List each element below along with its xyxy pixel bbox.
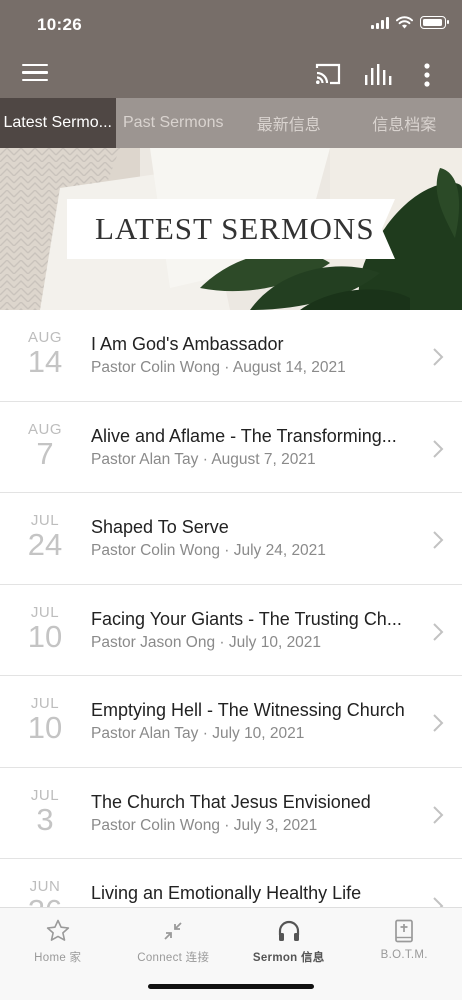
sermon-date: AUG 14 xyxy=(20,330,70,378)
date-day: 26 xyxy=(20,895,70,908)
sermon-title: Emptying Hell - The Witnessing Church xyxy=(91,700,405,720)
compress-arrows-icon xyxy=(164,922,182,940)
date-day: 24 xyxy=(27,527,63,562)
sermon-meta: Pastor Colin Wong · August 14, 2021 xyxy=(91,359,346,376)
chevron-right-icon xyxy=(433,439,444,458)
home-indicator xyxy=(148,984,314,989)
sermon-meta: Pastor Alan Tay · July 10, 2021 xyxy=(91,725,305,742)
tab-latest-messages-cn[interactable]: 最新信息 xyxy=(231,98,347,148)
sermon-row[interactable]: AUG 7 Alive and Aflame - The Transformin… xyxy=(0,402,462,493)
sermon-row[interactable]: JUL 10 Facing Your Giants - The Trusting… xyxy=(0,585,462,676)
nav-botm[interactable]: B.O.T.M. xyxy=(347,908,462,970)
sermon-tabs: Latest Sermo... Past Sermons 最新信息 信息档案 xyxy=(0,98,462,148)
chevron-right-icon xyxy=(433,531,444,549)
nav-connect[interactable]: Connect 连接 xyxy=(116,908,232,970)
sermon-meta: Pastor Colin Wong · July 3, 2021 xyxy=(91,816,318,834)
nav-home-label: Home 家 xyxy=(34,952,82,964)
chevron-right-icon xyxy=(433,805,444,824)
sermon-date: JUL 3 xyxy=(20,787,70,837)
sermon-title: Living an Emotionally Healthy Life xyxy=(91,883,362,903)
bible-book-icon xyxy=(395,919,414,943)
sermon-title: I Am God's Ambassador xyxy=(91,334,284,354)
sermon-date: AUG 7 xyxy=(20,421,70,471)
nav-connect-label: Connect 连接 xyxy=(137,952,210,964)
sermon-date: JUL 10 xyxy=(20,604,70,654)
chevron-right-icon xyxy=(433,714,444,732)
sermon-row[interactable]: JUL 24 Shaped To Serve Pastor Colin Wong… xyxy=(0,493,462,585)
cast-icon[interactable] xyxy=(314,62,342,86)
banner-title: LATEST SERMONS xyxy=(95,211,375,246)
chevron-right-icon xyxy=(433,897,444,907)
tab-past-sermons[interactable]: Past Sermons xyxy=(116,98,232,148)
date-day: 10 xyxy=(27,710,63,745)
headphones-icon xyxy=(278,920,299,941)
nav-botm-label: B.O.T.M. xyxy=(380,949,428,961)
sermon-title: Shaped To Serve xyxy=(91,517,229,537)
tab-message-archive-cn[interactable]: 信息档案 xyxy=(347,98,462,148)
chevron-right-icon xyxy=(433,622,444,641)
sermon-title: Facing Your Giants - The Trusting Ch... xyxy=(91,608,402,629)
date-day: 7 xyxy=(36,435,54,471)
wifi-icon xyxy=(396,16,413,29)
nav-home[interactable]: Home 家 xyxy=(0,908,116,970)
status-icons xyxy=(371,16,449,29)
sermon-row[interactable]: JUL 10 Emptying Hell - The Witnessing Ch… xyxy=(0,676,462,768)
sermon-date: JUL 24 xyxy=(20,513,70,561)
tab-latest-sermons[interactable]: Latest Sermo... xyxy=(0,98,116,148)
battery-icon xyxy=(420,16,449,29)
date-day: 10 xyxy=(27,618,63,654)
more-options-icon[interactable] xyxy=(420,62,434,88)
sermon-date: JUN 26 xyxy=(20,879,70,908)
menu-button[interactable] xyxy=(22,64,48,84)
sermon-row[interactable]: JUL 3 The Church That Jesus Envisioned P… xyxy=(0,768,462,859)
sermon-title: Alive and Aflame - The Transforming... xyxy=(91,425,397,446)
date-day: 14 xyxy=(27,344,63,379)
sermon-row[interactable]: AUG 14 I Am God's Ambassador Pastor Coli… xyxy=(0,310,462,402)
status-time: 10:26 xyxy=(37,15,82,34)
sermon-title: The Church That Jesus Envisioned xyxy=(91,791,371,812)
star-icon xyxy=(46,919,69,941)
sermon-meta: Pastor Colin Wong · July 24, 2021 xyxy=(91,542,326,559)
nav-sermon-label: Sermon 信息 xyxy=(252,952,325,964)
cellular-signal-icon xyxy=(371,16,389,29)
app-header: 10:26 xyxy=(0,0,462,98)
chevron-right-icon xyxy=(433,348,444,366)
sermon-meta: Pastor Jason Ong · July 10, 2021 xyxy=(91,633,322,651)
nav-sermon[interactable]: Sermon 信息 xyxy=(231,908,347,970)
banner: LATEST SERMONS xyxy=(0,148,462,310)
sermon-list: AUG 14 I Am God's Ambassador Pastor Coli… xyxy=(0,310,462,907)
sermon-row[interactable]: JUN 26 Living an Emotionally Healthy Lif… xyxy=(0,859,462,907)
date-day: 3 xyxy=(36,801,54,837)
sermon-meta: Pastor Alan Tay · August 7, 2021 xyxy=(91,450,316,468)
banner-title-box: LATEST SERMONS xyxy=(67,199,395,259)
sermon-date: JUL 10 xyxy=(20,696,70,744)
audio-levels-icon[interactable] xyxy=(364,62,392,86)
